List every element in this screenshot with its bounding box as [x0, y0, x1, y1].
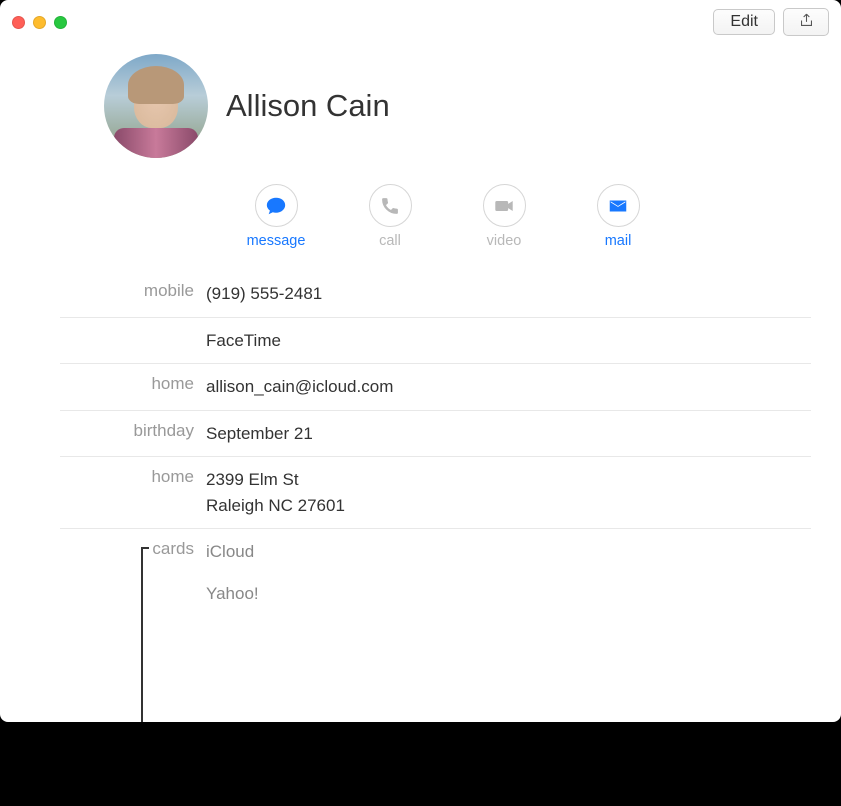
callout-tick [141, 547, 149, 549]
contact-header: Allison Cain [0, 44, 841, 178]
video-label: video [487, 233, 522, 249]
close-window-button[interactable] [12, 16, 25, 29]
field-value: 2399 Elm St Raleigh NC 27601 [206, 467, 345, 518]
titlebar: Edit [0, 0, 841, 44]
fields-list: mobile (919) 555-2481 FaceTime home alli… [0, 271, 841, 616]
field-cards: cards iCloud Yahoo! [60, 529, 811, 616]
call-action[interactable]: call [362, 184, 418, 249]
message-icon [255, 184, 298, 227]
contact-name: Allison Cain [226, 88, 390, 124]
mail-action[interactable]: mail [590, 184, 646, 249]
field-home-address[interactable]: home 2399 Elm St Raleigh NC 27601 [60, 457, 811, 529]
field-facetime[interactable]: FaceTime [60, 318, 811, 365]
field-value: (919) 555-2481 [206, 281, 322, 307]
field-label: cards [60, 539, 206, 606]
field-label: home [60, 467, 206, 518]
field-label: mobile [60, 281, 206, 307]
field-birthday[interactable]: birthday September 21 [60, 411, 811, 458]
mail-icon [597, 184, 640, 227]
contacts-window: Edit Allison Cain message [0, 0, 841, 722]
field-value: FaceTime [206, 328, 281, 354]
field-value: allison_cain@icloud.com [206, 374, 393, 400]
video-icon [483, 184, 526, 227]
maximize-window-button[interactable] [54, 16, 67, 29]
avatar[interactable] [104, 54, 208, 158]
traffic-lights [12, 16, 67, 29]
field-mobile[interactable]: mobile (919) 555-2481 [60, 271, 811, 318]
field-label: home [60, 374, 206, 400]
mail-label: mail [605, 233, 632, 249]
contact-content: Allison Cain message call video [0, 44, 841, 616]
cards-value-icloud[interactable]: iCloud [206, 539, 259, 565]
field-home-email[interactable]: home allison_cain@icloud.com [60, 364, 811, 411]
message-label: message [247, 233, 306, 249]
field-label: birthday [60, 421, 206, 447]
video-action[interactable]: video [476, 184, 532, 249]
minimize-window-button[interactable] [33, 16, 46, 29]
share-icon [798, 12, 815, 32]
callout-line [141, 547, 143, 722]
call-label: call [379, 233, 401, 249]
cards-value-yahoo[interactable]: Yahoo! [206, 581, 259, 607]
field-value: September 21 [206, 421, 313, 447]
phone-icon [369, 184, 412, 227]
share-button[interactable] [783, 8, 829, 36]
toolbar-right: Edit [713, 8, 829, 36]
actions-row: message call video mail [0, 178, 841, 271]
message-action[interactable]: message [248, 184, 304, 249]
edit-button[interactable]: Edit [713, 9, 775, 35]
field-label [60, 328, 206, 354]
